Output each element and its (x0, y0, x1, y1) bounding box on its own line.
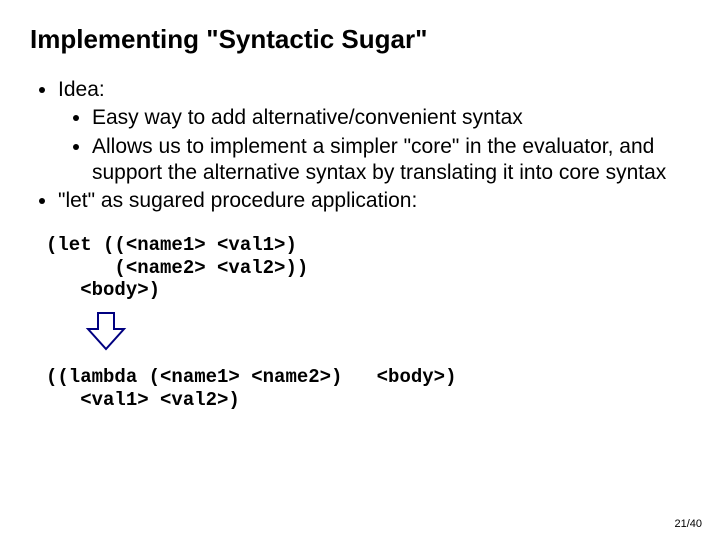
bullet-sublist: Easy way to add alternative/convenient s… (58, 105, 690, 186)
slide-title: Implementing "Syntactic Sugar" (30, 24, 690, 55)
code-lambda-block: ((lambda (<name1> <name2>) <body>) <val1… (46, 366, 690, 411)
code-let-block: (let ((<name1> <val1>) (<name2> <val2>))… (46, 234, 690, 301)
page-number: 21/40 (674, 518, 702, 530)
down-arrow-icon (84, 311, 690, 356)
slide: Implementing "Syntactic Sugar" Idea: Eas… (0, 0, 720, 431)
bullet-sub2: Allows us to implement a simpler "core" … (92, 134, 690, 187)
bullet-idea: Idea: (58, 77, 690, 103)
bullet-list: Idea: Easy way to add alternative/conven… (30, 77, 690, 214)
bullet-let: "let" as sugared procedure application: (58, 188, 690, 214)
bullet-sub1: Easy way to add alternative/convenient s… (92, 105, 690, 131)
arrow-shape (88, 313, 124, 349)
